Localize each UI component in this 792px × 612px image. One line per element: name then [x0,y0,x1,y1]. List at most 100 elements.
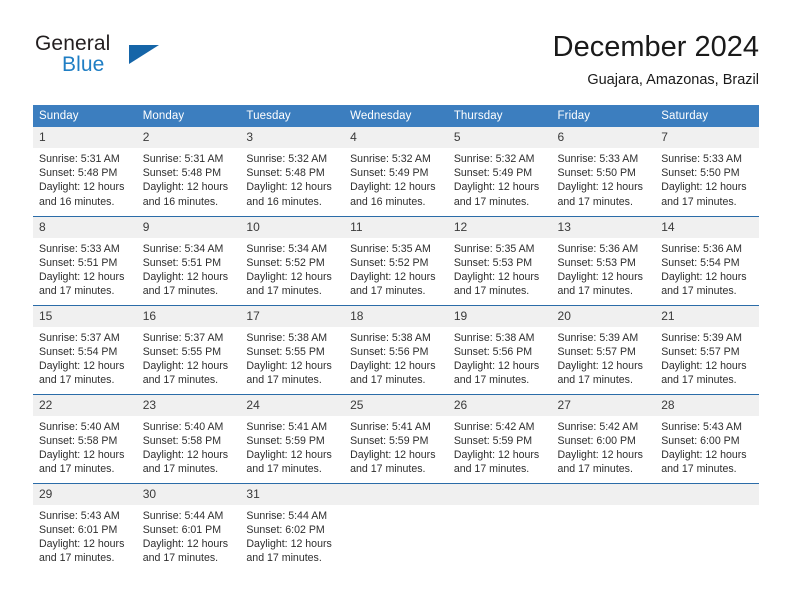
day-number: 5 [447,127,552,148]
day-details: Sunrise: 5:31 AM Sunset: 5:48 PM Daylight:… [33,148,137,209]
calendar-day-cell[interactable]: 11 Sunrise: 5:35 AM Sunset: 5:52 PM Dayligh… [344,215,448,305]
day-number: 29 [33,483,137,505]
sunrise-text: Sunrise: 5:38 AM [246,331,328,344]
calendar-day-cell[interactable]: 23 Sunrise: 5:40 AM Sunset: 5:58 PM Dayligh… [136,393,241,483]
day-details: Sunrise: 5:42 AM Sunset: 5:59 PM Daylight:… [448,416,552,477]
day-details: Sunrise: 5:36 AM Sunset: 5:54 PM Daylight:… [655,238,759,299]
day-number: 22 [33,394,137,416]
day-number: 9 [136,216,241,238]
calendar-day-cell[interactable]: 20 Sunrise: 5:39 AM Sunset: 5:57 PM Dayligh… [551,304,656,394]
calendar-day-cell[interactable]: 13 Sunrise: 5:36 AM Sunset: 5:53 PM Dayligh… [551,215,656,305]
calendar-day-cell[interactable]: 7 Sunrise: 5:33 AM Sunset: 5:50 PM Daylight… [655,127,759,216]
calendar-day-cell[interactable]: 10 Sunrise: 5:34 AM Sunset: 5:52 PM Dayligh… [240,215,345,305]
calendar-day-cell[interactable]: 5 Sunrise: 5:32 AM Sunset: 5:49 PM Daylight… [447,127,552,216]
day-details [552,505,656,509]
sunset-text: Sunset: 5:52 PM [246,256,325,269]
sunrise-text: Sunrise: 5:43 AM [661,420,742,433]
day-details: Sunrise: 5:39 AM Sunset: 5:57 PM Daylight:… [552,327,656,388]
calendar-day-cell[interactable]: 2 Sunrise: 5:31 AM Sunset: 5:48 PM Daylight… [136,127,241,216]
day-details: Sunrise: 5:40 AM Sunset: 5:58 PM Daylight:… [137,416,241,477]
calendar-day-cell[interactable]: 18 Sunrise: 5:38 AM Sunset: 5:56 PM Dayligh… [344,304,448,394]
daylight-text: Daylight: 12 hours and 16 minutes. [246,181,332,208]
day-details: Sunrise: 5:38 AM Sunset: 5:56 PM Daylight:… [344,327,448,388]
daylight-text: Daylight: 12 hours and 17 minutes. [661,359,747,387]
day-details: Sunrise: 5:44 AM Sunset: 6:02 PM Daylight:… [240,505,344,566]
sunset-text: Sunset: 5:56 PM [350,345,429,358]
day-number: 13 [551,216,656,238]
calendar-day-cell[interactable]: 17 Sunrise: 5:38 AM Sunset: 5:55 PM Dayligh… [240,304,345,394]
sunset-text: Sunset: 5:49 PM [453,167,533,180]
sunrise-text: Sunrise: 5:33 AM [39,242,120,255]
day-number: 12 [447,216,552,238]
sunrise-text: Sunrise: 5:32 AM [350,153,431,165]
calendar-day-cell[interactable]: 29 Sunrise: 5:43 AM Sunset: 6:01 PM Dayligh… [33,482,137,572]
daylight-text: Daylight: 12 hours and 17 minutes. [453,181,540,208]
calendar-day-cell[interactable]: 14 Sunrise: 5:36 AM Sunset: 5:54 PM Dayligh… [655,215,759,305]
day-number: 26 [447,394,552,416]
calendar-empty-cell [551,482,656,572]
calendar-day-cell[interactable]: 3 Sunrise: 5:32 AM Sunset: 5:48 PM Daylight… [240,127,345,216]
daylight-text: Daylight: 12 hours and 17 minutes. [557,181,643,208]
calendar-day-cell[interactable]: 22 Sunrise: 5:40 AM Sunset: 5:58 PM Dayligh… [33,393,137,483]
calendar-empty-cell [344,482,448,572]
weekday-header-saturday: Saturday [655,105,759,127]
calendar-page: General Blue December 2024 Guajara, Amaz… [0,0,792,612]
calendar-day-cell[interactable]: 9 Sunrise: 5:34 AM Sunset: 5:51 PM Daylight… [136,215,241,305]
sunrise-text: Sunrise: 5:36 AM [661,242,742,255]
general-blue-logo[interactable]: General Blue [33,32,243,92]
calendar-day-cell[interactable]: 1 Sunrise: 5:31 AM Sunset: 5:48 PM Daylight… [33,127,137,216]
calendar-day-cell[interactable]: 16 Sunrise: 5:37 AM Sunset: 5:55 PM Dayligh… [136,304,241,394]
sunset-text: Sunset: 5:59 PM [350,434,429,447]
calendar-day-cell[interactable]: 8 Sunrise: 5:33 AM Sunset: 5:51 PM Daylight… [33,215,137,305]
calendar-day-cell[interactable]: 24 Sunrise: 5:41 AM Sunset: 5:59 PM Dayligh… [240,393,345,483]
day-details: Sunrise: 5:42 AM Sunset: 6:00 PM Daylight:… [552,416,656,477]
calendar-day-cell[interactable]: 4 Sunrise: 5:32 AM Sunset: 5:49 PM Daylight… [344,127,448,216]
day-number: 28 [655,394,759,416]
calendar-day-cell[interactable]: 30 Sunrise: 5:44 AM Sunset: 6:01 PM Dayligh… [136,482,241,572]
sunset-text: Sunset: 5:55 PM [246,345,325,358]
daylight-text: Daylight: 12 hours and 17 minutes. [142,270,229,298]
daylight-text: Daylight: 12 hours and 17 minutes. [142,448,229,476]
calendar-day-cell[interactable]: 15 Sunrise: 5:37 AM Sunset: 5:54 PM Dayligh… [33,304,137,394]
daylight-text: Daylight: 12 hours and 17 minutes. [661,270,747,298]
calendar-body: 1 Sunrise: 5:31 AM Sunset: 5:48 PM Daylight… [33,127,759,572]
calendar-day-cell[interactable]: 6 Sunrise: 5:33 AM Sunset: 5:50 PM Daylight… [551,127,656,216]
sunrise-text: Sunrise: 5:44 AM [142,509,224,522]
daylight-text: Daylight: 12 hours and 17 minutes. [246,448,332,476]
day-details: Sunrise: 5:34 AM Sunset: 5:51 PM Daylight:… [137,238,241,299]
day-number: 16 [136,305,241,327]
day-number: 15 [33,305,137,327]
sunrise-text: Sunrise: 5:39 AM [661,331,742,344]
day-number: 31 [240,483,345,505]
sunset-text: Sunset: 5:50 PM [661,167,740,180]
day-number: 11 [344,216,448,238]
calendar-day-cell[interactable]: 28 Sunrise: 5:43 AM Sunset: 6:00 PM Dayligh… [655,393,759,483]
sunset-text: Sunset: 5:58 PM [142,434,222,447]
day-details: Sunrise: 5:34 AM Sunset: 5:52 PM Daylight:… [240,238,344,299]
calendar-day-cell[interactable]: 26 Sunrise: 5:42 AM Sunset: 5:59 PM Dayligh… [447,393,552,483]
day-details: Sunrise: 5:43 AM Sunset: 6:01 PM Daylight:… [33,505,137,566]
day-number [551,483,656,505]
day-details: Sunrise: 5:38 AM Sunset: 5:55 PM Daylight:… [240,327,344,388]
daylight-text: Daylight: 12 hours and 17 minutes. [557,448,643,476]
sunset-text: Sunset: 5:59 PM [246,434,325,447]
day-details: Sunrise: 5:40 AM Sunset: 5:58 PM Daylight:… [33,416,137,477]
day-number: 2 [136,127,241,148]
calendar-day-cell[interactable]: 25 Sunrise: 5:41 AM Sunset: 5:59 PM Dayligh… [344,393,448,483]
page-header: General Blue December 2024 Guajara, Amaz… [33,30,759,98]
weekday-header-thursday: Thursday [447,105,552,127]
daylight-text: Daylight: 12 hours and 17 minutes. [557,270,643,298]
day-number: 1 [33,127,137,148]
day-number: 7 [655,127,759,148]
daylight-text: Daylight: 12 hours and 17 minutes. [350,270,436,298]
sunrise-text: Sunrise: 5:31 AM [39,153,120,165]
sunset-text: Sunset: 5:52 PM [350,256,429,269]
day-details: Sunrise: 5:38 AM Sunset: 5:56 PM Daylight:… [448,327,552,388]
calendar-day-cell[interactable]: 12 Sunrise: 5:35 AM Sunset: 5:53 PM Dayligh… [447,215,552,305]
calendar-day-cell[interactable]: 27 Sunrise: 5:42 AM Sunset: 6:00 PM Dayligh… [551,393,656,483]
calendar-day-cell[interactable]: 31 Sunrise: 5:44 AM Sunset: 6:02 PM Dayligh… [240,482,345,572]
calendar-day-cell[interactable]: 19 Sunrise: 5:38 AM Sunset: 5:56 PM Dayligh… [447,304,552,394]
day-details: Sunrise: 5:33 AM Sunset: 5:51 PM Daylight:… [33,238,137,299]
daylight-text: Daylight: 12 hours and 17 minutes. [453,270,540,298]
calendar-day-cell[interactable]: 21 Sunrise: 5:39 AM Sunset: 5:57 PM Dayligh… [655,304,759,394]
